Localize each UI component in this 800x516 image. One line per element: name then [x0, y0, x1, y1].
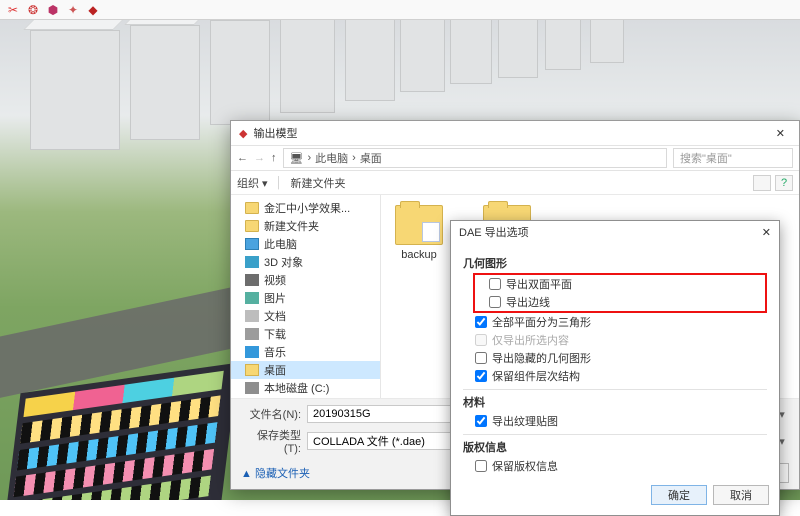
tree-item[interactable]: 桌面 [231, 361, 380, 379]
edges-checkbox[interactable]: 导出边线 [477, 293, 763, 311]
tree-item[interactable]: 文档 [231, 307, 380, 325]
tree-item-label: 新建文件夹 [264, 218, 319, 234]
app-toolbar: ✂ ❂ ⬢ ✦ ◆ [0, 0, 800, 20]
dialog-title: 输出模型 [253, 125, 297, 141]
filetype-label: 保存类型(T): [241, 427, 301, 455]
file-item[interactable]: backup [389, 205, 449, 261]
credits-group-label: 版权信息 [463, 439, 767, 455]
highlighted-options: 导出双面平面 导出边线 [473, 273, 767, 313]
nav-up-icon[interactable]: ↑ [271, 152, 277, 164]
ok-button[interactable]: 确定 [651, 485, 707, 505]
folder-icon [245, 256, 259, 268]
box-icon[interactable]: ⬢ [46, 3, 60, 17]
organize-menu[interactable]: 组织 ▾ [237, 175, 268, 191]
tree-item-label: 图片 [264, 290, 286, 306]
material-group-label: 材料 [463, 394, 767, 410]
tree-item[interactable]: 图片 [231, 289, 380, 307]
folder-icon [245, 238, 259, 250]
options-titlebar[interactable]: DAE 导出选项 ✕ [451, 221, 779, 243]
nav-back-icon[interactable]: ← [237, 152, 248, 164]
selection-only-checkbox: 仅导出所选内容 [463, 331, 767, 349]
folder-icon [245, 310, 259, 322]
triangulate-checkbox[interactable]: 全部平面分为三角形 [463, 313, 767, 331]
hide-folders-link[interactable]: ▲ 隐藏文件夹 [241, 465, 310, 481]
dialog-titlebar[interactable]: ◆ 输出模型 ✕ [231, 121, 799, 145]
geometry-group-label: 几何图形 [463, 255, 767, 271]
folder-icon [245, 202, 259, 214]
folder-icon [245, 364, 259, 376]
hidden-geo-checkbox[interactable]: 导出隐藏的几何图形 [463, 349, 767, 367]
cancel-button[interactable]: 取消 [713, 485, 769, 505]
options-title: DAE 导出选项 [459, 224, 529, 240]
tree-item-label: 本地磁盘 (C:) [264, 380, 329, 396]
scissors-icon[interactable]: ✂ [6, 3, 20, 17]
tree-item-label: 下载 [264, 326, 286, 342]
folder-icon [245, 346, 259, 358]
tree-item[interactable]: 音乐 [231, 343, 380, 361]
two-sided-checkbox[interactable]: 导出双面平面 [477, 275, 763, 293]
tree-item[interactable]: 3D 对象 [231, 253, 380, 271]
tree-item[interactable]: 新建文件夹 [231, 217, 380, 235]
textures-checkbox[interactable]: 导出纹理贴图 [463, 412, 767, 430]
hierarchy-checkbox[interactable]: 保留组件层次结构 [463, 367, 767, 385]
nav-fwd-icon[interactable]: → [254, 152, 265, 164]
help-button[interactable]: ? [775, 175, 793, 191]
tree-item[interactable]: 视频 [231, 271, 380, 289]
new-folder-button[interactable]: 新建文件夹 [290, 175, 345, 191]
breadcrumb[interactable]: 🖥 › 此电脑 › 桌面 [283, 148, 668, 168]
tree-item-label: 音乐 [264, 344, 286, 360]
folder-icon [245, 220, 259, 232]
close-icon[interactable]: ✕ [770, 127, 791, 140]
bug-icon[interactable]: ❂ [26, 3, 40, 17]
tree-item-label: 此电脑 [264, 236, 297, 252]
folder-icon [245, 328, 259, 340]
tree-item-label: 桌面 [264, 362, 286, 378]
folder-icon [245, 382, 259, 394]
credits-checkbox[interactable]: 保留版权信息 [463, 457, 767, 475]
tree-item[interactable]: 金汇中小学效果... [231, 199, 380, 217]
dialog-toolbar: 组织 ▾ │ 新建文件夹 ? [231, 171, 799, 195]
file-name: backup [389, 249, 449, 261]
tree-item[interactable]: 本地磁盘 (C:) [231, 379, 380, 397]
view-mode-button[interactable] [753, 175, 771, 191]
tree-item-label: 视频 [264, 272, 286, 288]
dialog-nav: ← → ↑ 🖥 › 此电脑 › 桌面 搜索"桌面" [231, 145, 799, 171]
filename-label: 文件名(N): [241, 406, 301, 422]
tree-item-label: 文档 [264, 308, 286, 324]
tree-item-label: 3D 对象 [264, 254, 303, 270]
app-icon: ◆ [239, 127, 247, 140]
folder-tree[interactable]: 金汇中小学效果... 新建文件夹此电脑 3D 对象视频图片文档下载音乐桌面本地磁盘 … [231, 195, 381, 398]
tree-item[interactable]: 此电脑 [231, 235, 380, 253]
gift-icon[interactable]: ✦ [66, 3, 80, 17]
search-input[interactable]: 搜索"桌面" [673, 148, 793, 168]
tree-item[interactable]: 下载 [231, 325, 380, 343]
pc-icon: 🖥 [290, 152, 304, 165]
folder-icon [245, 292, 259, 304]
dae-options-dialog: DAE 导出选项 ✕ 几何图形 导出双面平面 导出边线 全部平面分为三角形 仅导… [450, 220, 780, 516]
tree-item-label: 金汇中小学效果... [264, 200, 350, 216]
folder-icon [245, 274, 259, 286]
folder-icon [395, 205, 443, 245]
ruby-icon[interactable]: ◆ [86, 3, 100, 17]
close-icon[interactable]: ✕ [762, 226, 771, 239]
